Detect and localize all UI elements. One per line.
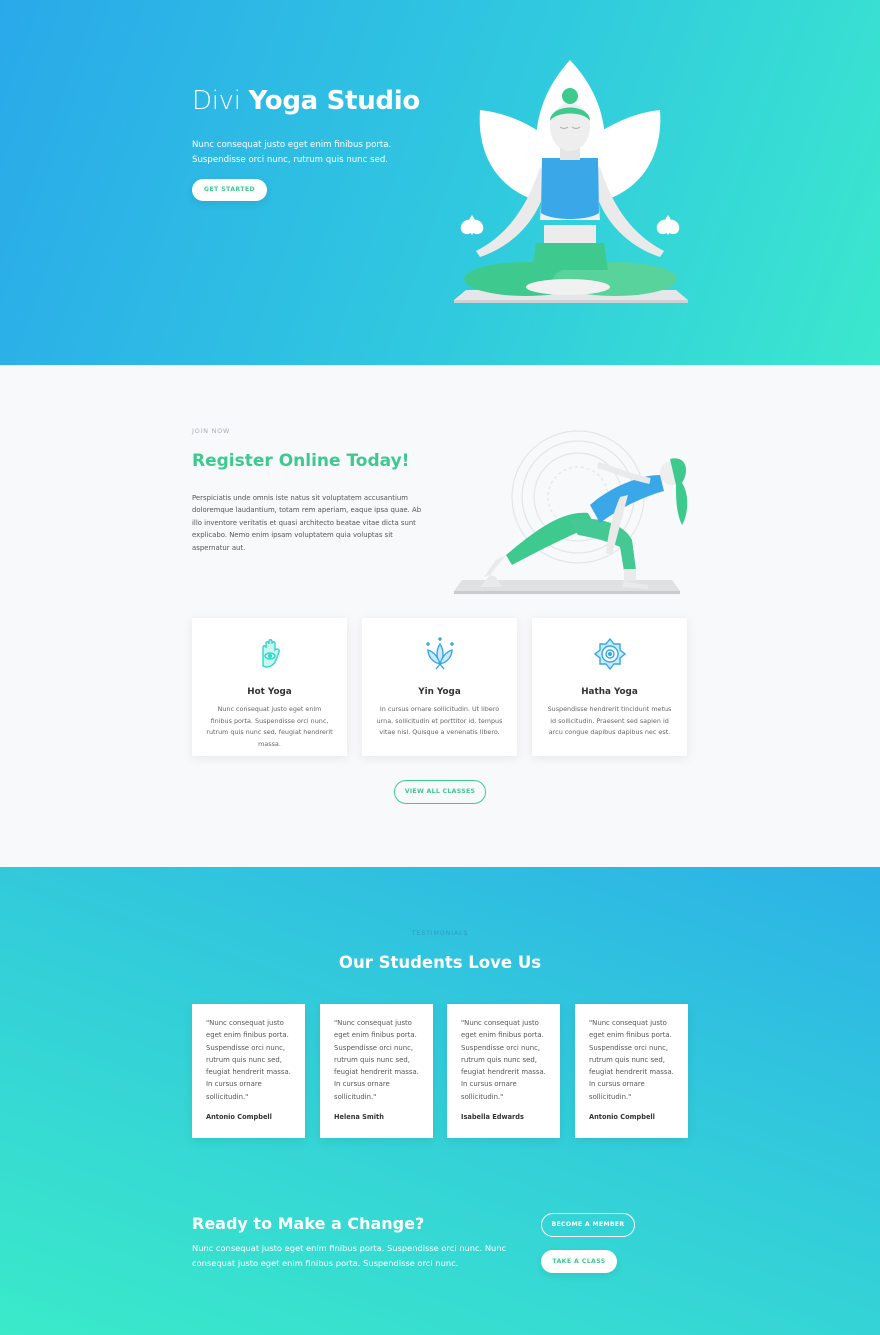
register-kicker: JOIN NOW [192,427,231,435]
become-member-button[interactable]: BECOME A MEMBER [541,1213,635,1237]
testimonial-author: Antonio Compbell [589,1113,655,1121]
cta-text: Nunc consequat justo eget enim finibus p… [192,1243,507,1268]
hero-title-light: Divi [192,86,249,116]
class-card-yin-yoga[interactable]: Yin Yoga In cursus ornare sollicitudin. … [362,618,517,756]
testimonial-quote: "Nunc consequat justo eget enim finibus … [206,1019,291,1101]
yoga-pose-illustration [454,430,688,594]
testimonials-title: Our Students Love Us [338,953,542,972]
cta-title: Ready to Make a Change? [192,1214,425,1233]
register-text: Perspiciatis unde omnis iste natus sit v… [192,494,422,552]
testimonial-card: "Nunc consequat justo eget enim finibus … [320,1004,433,1138]
chakra-icon [593,637,627,671]
register-title: Register Online Today! [192,451,410,471]
testimonial-card: "Nunc consequat justo eget enim finibus … [575,1004,688,1138]
testimonial-quote: "Nunc consequat justo eget enim finibus … [334,1019,419,1101]
hero-section: Divi Yoga Studio Nunc consequat justo eg… [0,0,880,365]
hero-title: Divi Yoga Studio [192,86,420,116]
class-card-title: Hatha Yoga [581,687,638,697]
testimonial-author: Isabella Edwards [461,1113,524,1121]
class-card-title: Yin Yoga [418,687,461,697]
get-started-button[interactable]: GET STARTED [192,179,267,201]
classes-cards: Hot Yoga Nunc consequat justo eget enim … [192,618,688,758]
register-section: JOIN NOW Register Online Today! Perspici… [0,365,880,867]
class-card-text: Nunc consequat justo eget enim finibus p… [206,705,333,748]
testimonial-author: Antonio Compbell [206,1113,272,1121]
hero-title-bold: Yoga Studio [248,86,421,116]
testimonial-card: "Nunc consequat justo eget enim finibus … [192,1004,305,1138]
testimonials-kicker: TESTIMONIALS [411,929,469,937]
lotus-icon [426,637,454,670]
hero-text: Nunc consequat justo eget enim finibus p… [192,140,392,165]
class-card-hot-yoga[interactable]: Hot Yoga Nunc consequat justo eget enim … [192,618,347,756]
testimonial-quote: "Nunc consequat justo eget enim finibus … [589,1019,674,1101]
class-card-text: In cursus ornare sollicitudin. Ut libero… [376,705,503,737]
testimonials-section: TESTIMONIALS Our Students Love Us "Nunc … [0,867,880,1335]
meditating-woman-illustration [454,60,688,303]
hamsa-hand-icon [262,639,280,668]
class-card-hatha-yoga[interactable]: Hatha Yoga Suspendisse hendrerit tincidu… [532,618,687,756]
class-card-text: Suspendisse hendrerit tincidunt metus id… [547,705,672,737]
class-card-title: Hot Yoga [247,687,292,697]
testimonial-author: Helena Smith [334,1113,384,1121]
take-class-button[interactable]: TAKE A CLASS [541,1250,617,1273]
testimonial-card: "Nunc consequat justo eget enim finibus … [447,1004,560,1138]
view-all-classes-button[interactable]: VIEW ALL CLASSES [394,780,486,804]
testimonial-cards: "Nunc consequat justo eget enim finibus … [192,1004,688,1140]
testimonial-quote: "Nunc consequat justo eget enim finibus … [461,1019,546,1101]
